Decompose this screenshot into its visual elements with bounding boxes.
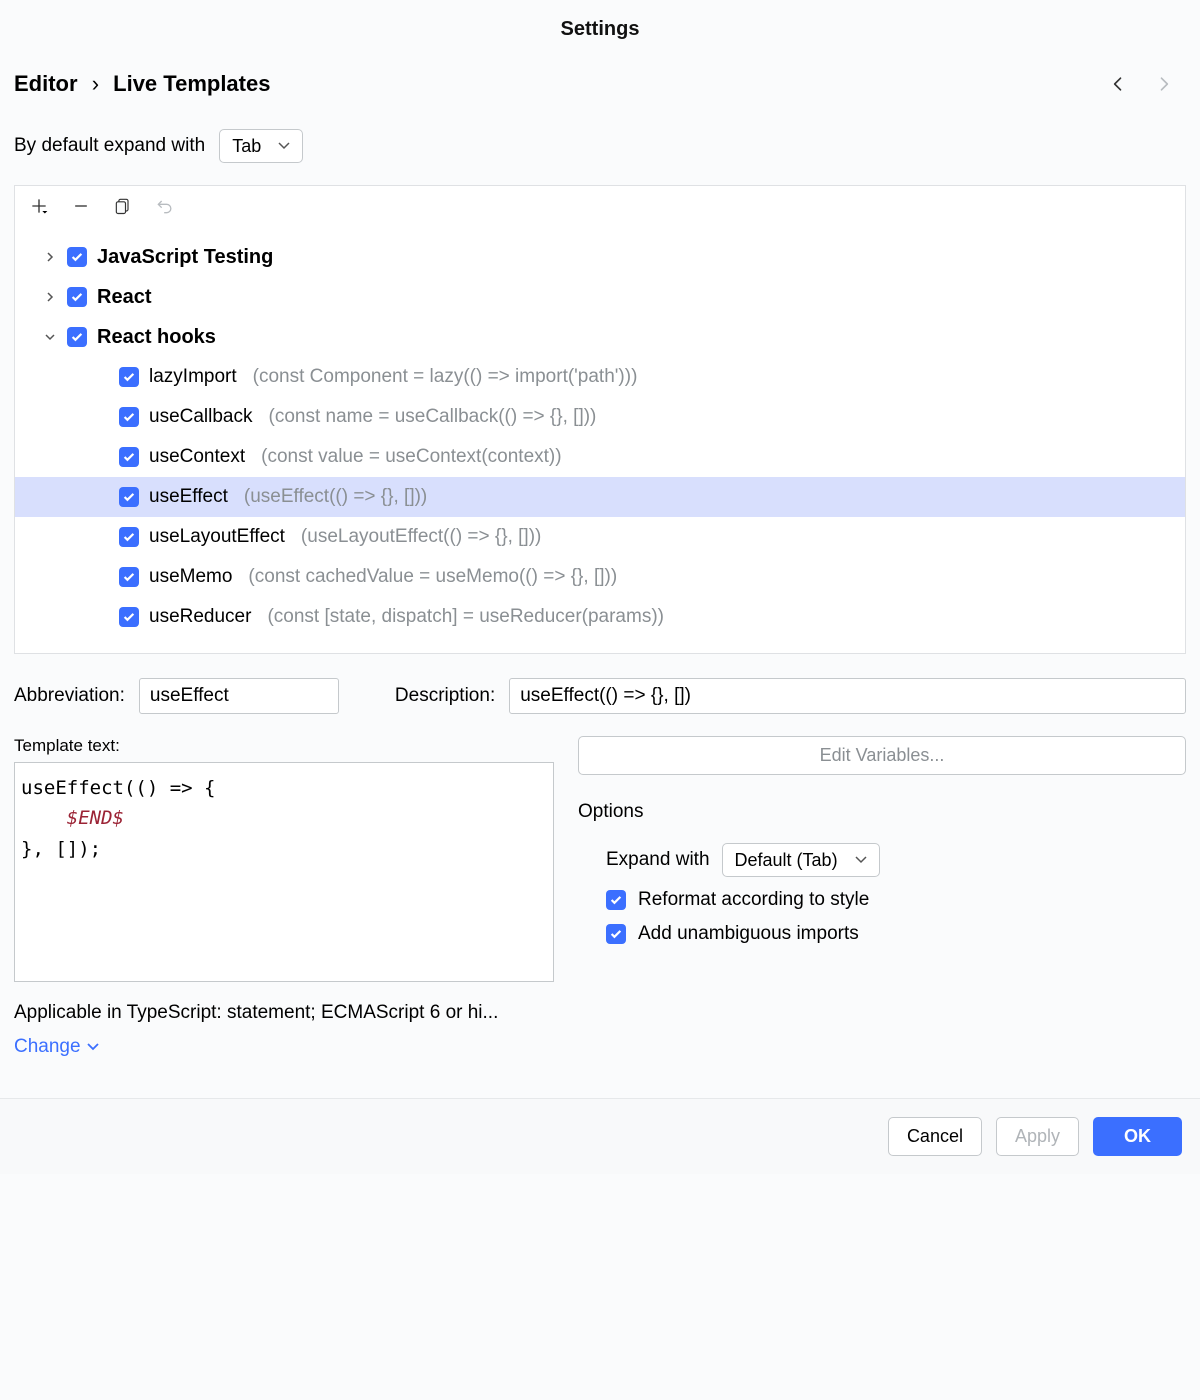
template-desc: (const Component = lazy(() => import('pa…	[253, 366, 638, 388]
chevron-right-icon[interactable]	[43, 291, 57, 303]
add-icon[interactable]	[27, 194, 51, 218]
template-text-editor[interactable]: useEffect(() => { $END$ }, []);	[14, 762, 554, 982]
applicable-context: Applicable in TypeScript: statement; ECM…	[14, 1002, 554, 1024]
template-desc: (const [state, dispatch] = useReducer(pa…	[267, 606, 664, 628]
expand-with-label: Expand with	[606, 849, 710, 871]
template-desc: (const name = useCallback(() => {}, []))	[269, 406, 597, 428]
checkbox-icon[interactable]	[119, 527, 139, 547]
checkbox-icon[interactable]	[119, 447, 139, 467]
template-name: useReducer	[149, 606, 251, 628]
checkbox-icon[interactable]	[67, 247, 87, 267]
copy-icon[interactable]	[111, 194, 135, 218]
template-text-label: Template text:	[14, 736, 554, 756]
change-context-link[interactable]: Change	[14, 1036, 554, 1058]
default-expand-label: By default expand with	[14, 135, 205, 157]
template-name: lazyImport	[149, 366, 237, 388]
default-expand-select[interactable]: Tab	[219, 129, 303, 163]
reformat-label: Reformat according to style	[638, 889, 869, 911]
breadcrumb-separator: ›	[84, 71, 107, 96]
template-name: useCallback	[149, 406, 253, 428]
tree-item[interactable]: useCallback (const name = useCallback(()…	[15, 397, 1185, 437]
template-desc: (useEffect(() => {}, []))	[244, 486, 427, 508]
group-label: React hooks	[97, 326, 216, 349]
breadcrumb-current: Live Templates	[113, 71, 270, 96]
ok-button[interactable]: OK	[1093, 1117, 1182, 1156]
tree-group[interactable]: JavaScript Testing	[15, 237, 1185, 277]
remove-icon[interactable]	[69, 194, 93, 218]
template-name: useMemo	[149, 566, 232, 588]
reformat-checkbox[interactable]	[606, 890, 626, 910]
expand-with-select[interactable]: Default (Tab)	[722, 843, 880, 877]
checkbox-icon[interactable]	[119, 487, 139, 507]
add-imports-checkbox[interactable]	[606, 924, 626, 944]
template-desc: (useLayoutEffect(() => {}, []))	[301, 526, 541, 548]
undo-icon[interactable]	[153, 194, 177, 218]
templates-tree-panel: JavaScript Testing React React hooks lazyIm…	[14, 185, 1186, 654]
nav-forward-icon[interactable]	[1152, 72, 1176, 96]
template-name: useContext	[149, 446, 245, 468]
cancel-button[interactable]: Cancel	[888, 1117, 982, 1156]
tree-item[interactable]: useEffect (useEffect(() => {}, []))	[15, 477, 1185, 517]
group-label: React	[97, 286, 151, 309]
group-label: JavaScript Testing	[97, 246, 273, 269]
checkbox-icon[interactable]	[67, 327, 87, 347]
dialog-title: Settings	[0, 0, 1200, 53]
tree-item[interactable]: useReducer (const [state, dispatch] = us…	[15, 597, 1185, 637]
tree-group[interactable]: React hooks	[15, 317, 1185, 357]
abbreviation-label: Abbreviation:	[14, 685, 125, 707]
abbreviation-input[interactable]	[139, 678, 339, 714]
add-imports-label: Add unambiguous imports	[638, 923, 859, 945]
checkbox-icon[interactable]	[119, 567, 139, 587]
chevron-right-icon[interactable]	[43, 251, 57, 263]
apply-button[interactable]: Apply	[996, 1117, 1079, 1156]
template-desc: (const value = useContext(context))	[261, 446, 561, 468]
tree-group[interactable]: React	[15, 277, 1185, 317]
checkbox-icon[interactable]	[67, 287, 87, 307]
checkbox-icon[interactable]	[119, 407, 139, 427]
chevron-down-icon[interactable]	[43, 331, 57, 343]
options-title: Options	[578, 801, 1186, 823]
template-name: useEffect	[149, 486, 228, 508]
description-input[interactable]	[509, 678, 1186, 714]
template-desc: (const cachedValue = useMemo(() => {}, […	[248, 566, 617, 588]
checkbox-icon[interactable]	[119, 367, 139, 387]
breadcrumb: Editor › Live Templates	[14, 71, 270, 97]
template-name: useLayoutEffect	[149, 526, 285, 548]
tree-item[interactable]: useMemo (const cachedValue = useMemo(() …	[15, 557, 1185, 597]
nav-back-icon[interactable]	[1106, 72, 1130, 96]
checkbox-icon[interactable]	[119, 607, 139, 627]
edit-variables-button[interactable]: Edit Variables...	[578, 736, 1186, 775]
tree-item[interactable]: useContext (const value = useContext(con…	[15, 437, 1185, 477]
tree-item[interactable]: useLayoutEffect (useLayoutEffect(() => {…	[15, 517, 1185, 557]
tree-item[interactable]: lazyImport (const Component = lazy(() =>…	[15, 357, 1185, 397]
breadcrumb-parent[interactable]: Editor	[14, 71, 78, 96]
description-label: Description:	[395, 685, 495, 707]
